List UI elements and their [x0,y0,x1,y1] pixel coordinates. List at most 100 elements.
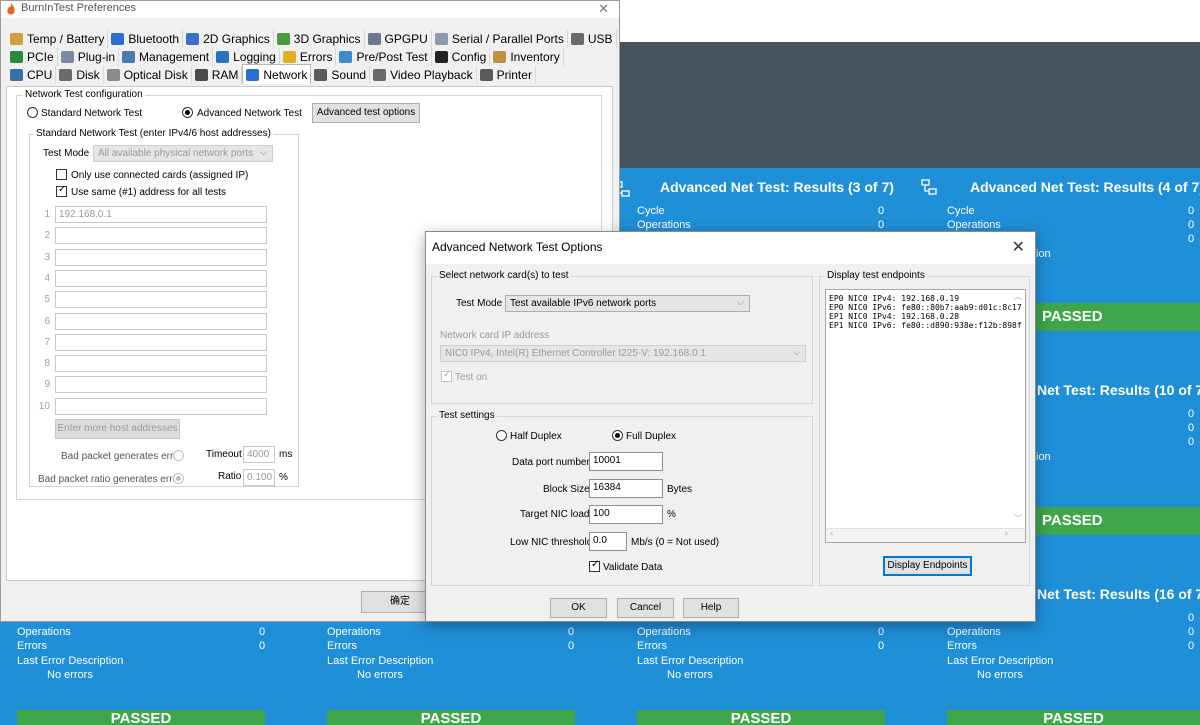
tab-label: Inventory [510,50,560,64]
host-address-field[interactable] [55,376,267,394]
full-duplex-radio[interactable] [612,430,623,441]
low-nic-unit: Mb/s (0 = Not used) [631,537,720,548]
cycle-value: 0 [1188,408,1195,420]
host-row-number: 7 [44,336,50,348]
scroll-down-icon[interactable]: ﹀ [1014,513,1022,524]
host-address-field[interactable] [55,397,267,415]
bad-ratio-label: Bad packet ratio generates error [38,474,182,485]
tab-usb[interactable]: USB [568,30,617,48]
cpu-icon [10,69,23,81]
tab-video-playback[interactable]: Video Playback [370,66,477,84]
bad-packet-radio[interactable] [173,450,184,461]
window-title: BurnInTest Preferences [21,2,136,14]
adv-test-mode-select[interactable]: Test available IPv6 network ports ⌵ [505,295,750,312]
timeout-label: Timeout [206,449,242,460]
advanced-test-radio[interactable] [182,107,193,118]
group-label: Display test endpoints [825,270,927,281]
host-address-field[interactable] [55,227,267,245]
tab-2d-graphics[interactable]: 2D Graphics [183,30,274,48]
tab-network[interactable]: Network [242,64,312,84]
endpoint-line: EP1 NIC0 IPv4: 192.168.0.28 [829,312,960,321]
dialog-help-button[interactable]: Help [683,598,739,618]
tab-config[interactable]: Config [432,48,491,66]
host-address-field[interactable] [55,291,267,309]
tab-bluetooth[interactable]: Bluetooth [108,30,184,48]
tab-gpgpu[interactable]: GPGPU [365,30,432,48]
endpoint-line: EP0 NIC0 IPv6: fe80::80b7:aab9:d01c:8c17 [829,303,1022,312]
errors-value: 0 [1188,640,1195,652]
tab-label: Bluetooth [128,32,180,46]
half-duplex-radio[interactable] [496,430,507,441]
scroll-right-icon[interactable]: › [1004,529,1009,539]
errors-value: 0 [1188,233,1195,245]
tab-serial-parallel-ports[interactable]: Serial / Parallel Ports [432,30,568,48]
full-duplex-label: Full Duplex [626,431,677,442]
host-row-number: 4 [44,272,50,284]
target-nic-field[interactable]: 100 [589,505,663,524]
scroll-left-icon[interactable]: ‹ [829,529,834,539]
errors-label: Errors [947,640,977,652]
enter-more-hosts-button[interactable]: Enter more host addresses [55,419,180,439]
validate-data-checkbox[interactable] [589,559,600,572]
tab-temp-battery[interactable]: Temp / Battery [7,30,109,48]
horizontal-scrollbar[interactable]: ‹ › [826,528,1025,542]
ratio-field[interactable]: 0.100 [243,469,275,486]
optical-disk-icon [106,69,120,81]
tab-sound[interactable]: Sound [311,66,371,84]
pcie-icon [10,51,23,63]
host-row-number: 6 [44,315,50,327]
dialog-cancel-button[interactable]: Cancel [617,598,674,618]
test-on-checkbox[interactable] [441,369,452,382]
tab-inventory[interactable]: Inventory [490,48,564,66]
inventory-icon [493,51,507,63]
advanced-test-options-button[interactable]: Advanced test options [312,103,420,123]
tab-3d-graphics[interactable]: 3D Graphics [274,30,365,48]
timeout-field[interactable]: 4000 [243,446,275,463]
only-connected-checkbox[interactable] [56,169,67,180]
tab-optical-disk[interactable]: Optical Disk [104,66,192,84]
close-icon[interactable]: ✕ [598,1,609,17]
test-mode-select[interactable]: All available physical network ports ⌵ [93,145,273,162]
tab-disk[interactable]: Disk [56,66,104,84]
tab-pcie[interactable]: PCIe [7,48,58,66]
dialog-ok-button[interactable]: OK [550,598,607,618]
group-label: Network Test configuration [23,89,145,100]
display-endpoints-button[interactable]: Display Endpoints [883,556,972,576]
standard-test-radio[interactable] [27,107,38,118]
tab-management[interactable]: Management [119,48,214,66]
last-error-label: Last Error Description [637,655,744,667]
host-address-field[interactable] [55,269,267,287]
data-port-field[interactable]: 10001 [589,452,663,471]
endpoint-line: EP1 NIC0 IPv6: fe80::d890:938e:f12b:898f [829,321,1022,330]
no-errors-text: No errors [357,669,403,681]
tab-ram[interactable]: RAM [192,66,243,84]
host-address-field[interactable] [55,333,267,351]
printer-icon [479,69,493,81]
block-size-field[interactable]: 16384 [589,479,663,498]
low-nic-field[interactable]: 0.0 [589,532,627,551]
use-same-address-label: Use same (#1) address for all tests [71,187,227,198]
ratio-unit: % [279,472,288,483]
tab-label: PCIe [27,50,54,64]
host-address-field[interactable] [55,355,267,373]
endpoints-listbox[interactable]: EP0 NIC0 IPv4: 192.168.0.19 EP0 NIC0 IPv… [825,289,1026,543]
tab-printer[interactable]: Printer [477,66,536,84]
close-icon[interactable]: ✕ [1012,237,1025,257]
host-address-field[interactable] [55,248,267,266]
low-nic-label: Low NIC threshold [510,537,593,548]
nic-select[interactable]: NIC0 IPv4, Intel(R) Ethernet Controller … [440,345,806,362]
preferences-titlebar: BurnInTest Preferences ✕ [1,1,619,18]
bluetooth-icon [111,33,125,45]
tab-cpu[interactable]: CPU [7,66,57,84]
bad-ratio-radio[interactable] [173,473,184,484]
scroll-up-icon[interactable]: ︿ [1014,291,1022,302]
host-address-field[interactable]: 192.168.0.1 [55,206,267,223]
cycle-label: Cycle [637,205,665,217]
tab-label: Optical Disk [123,68,188,82]
use-same-address-checkbox[interactable] [56,184,67,197]
tab-plug-in[interactable]: Plug-in [58,48,120,66]
only-connected-label: Only use connected cards (assigned IP) [71,170,249,181]
operations-value: 0 [1188,422,1195,434]
host-address-field[interactable] [55,312,267,330]
tab-pre-post-test[interactable]: Pre/Post Test [336,48,432,66]
